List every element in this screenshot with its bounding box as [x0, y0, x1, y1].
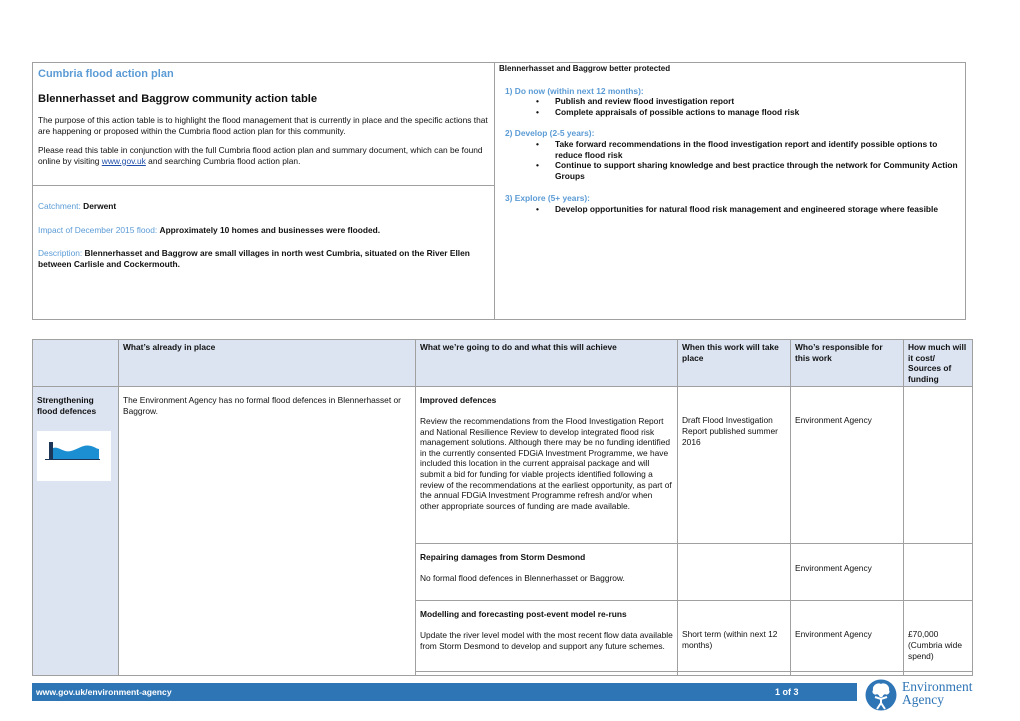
cost-text: £70,000 (Cumbria wide spend)	[908, 629, 962, 661]
when-text: Draft Flood Investigation Report publish…	[682, 415, 778, 447]
catchment-value: Derwent	[83, 201, 117, 211]
header-who: Who’s responsible for this work	[790, 338, 904, 388]
when-cell: Draft Flood Investigation Report publish…	[677, 386, 791, 545]
who-text: Environment Agency	[795, 563, 872, 574]
step-develop: 2) Develop (2-5 years): Take forward rec…	[499, 128, 961, 181]
page-number: 1 of 3	[775, 687, 799, 697]
header-already-in-place: What’s already in place	[118, 338, 416, 388]
category-label: Strengthening flood defences	[37, 395, 97, 416]
footer-url-link[interactable]: www.gov.uk/environment-agency	[36, 687, 172, 698]
flood-defence-wall-icon	[37, 430, 111, 481]
cost-cell	[903, 386, 973, 545]
description-label: Description:	[38, 248, 85, 259]
action-body: Update the river level model with the mo…	[420, 629, 673, 651]
step-explore: 3) Explore (5+ years): Develop opportuni…	[499, 193, 961, 214]
page-title: Blennerhasset and Baggrow community acti…	[38, 93, 318, 105]
cost-cell	[903, 543, 973, 602]
environment-agency-logo: Environment Agency	[864, 678, 994, 712]
plan-title: Cumbria flood action plan	[38, 68, 174, 80]
action-body: No formal flood defences in Blennerhasse…	[420, 572, 625, 583]
impact-label: Impact of December 2015 flood:	[38, 224, 160, 235]
step-label: 1) Do now (within next 12 months):	[505, 85, 644, 96]
header-what-we-will-do: What we’re going to do and what this wil…	[415, 338, 678, 388]
who-cell: Environment Agency	[790, 543, 904, 602]
who-cell: Environment Agency	[790, 600, 904, 673]
gov-uk-link[interactable]: www.gov.uk	[102, 156, 146, 166]
who-cell	[790, 671, 904, 677]
action-cell	[415, 671, 678, 677]
summary-left-panel: Cumbria flood action plan Blennerhasset …	[33, 63, 495, 319]
header-when: When this work will take place	[677, 338, 791, 388]
action-body: Review the recommendations from the Floo…	[420, 415, 672, 511]
step-items: Take forward recommendations in the floo…	[499, 139, 961, 181]
step-do-now: 1) Do now (within next 12 months): Publi…	[499, 86, 961, 118]
description-value: Blennerhasset and Baggrow are small vill…	[38, 248, 470, 269]
step-label: 3) Explore (5+ years):	[505, 193, 590, 204]
table-header-row: What’s already in place What we’re going…	[32, 338, 973, 388]
step-items: Develop opportunities for natural flood …	[499, 204, 961, 215]
action-table: What’s already in place What we’re going…	[32, 338, 973, 677]
impact-line: Impact of December 2015 flood: Approxima…	[38, 225, 489, 236]
description-line: Description: Blennerhasset and Baggrow a…	[38, 248, 489, 269]
cost-cell	[903, 671, 973, 677]
action-cell: Modelling and forecasting post-event mod…	[415, 600, 678, 673]
page-footer: www.gov.uk/environment-agency 1 of 3	[32, 683, 857, 701]
read-suffix: and searching Cumbria flood action plan.	[145, 155, 301, 166]
catchment-label: Catchment:	[38, 201, 84, 211]
step-item: Take forward recommendations in the floo…	[536, 139, 961, 160]
table-row: Strengthening flood defences The Environ…	[32, 386, 973, 677]
action-title: Improved defences	[420, 395, 497, 406]
logo-text: Environment Agency	[902, 680, 973, 707]
step-label: 2) Develop (2-5 years):	[505, 128, 595, 139]
read-instructions: Please read this table in conjunction wi…	[38, 145, 489, 166]
when-cell	[677, 671, 791, 677]
protection-heading: Blennerhasset and Baggrow better protect…	[499, 64, 671, 73]
step-item: Complete appraisals of possible actions …	[536, 107, 961, 118]
action-cell: Improved defences Review the recommendat…	[415, 386, 678, 545]
already-in-place-cell: The Environment Agency has no formal flo…	[118, 386, 416, 677]
category-cell: Strengthening flood defences	[32, 386, 119, 677]
environment-agency-emblem-icon	[865, 679, 897, 711]
action-title: Repairing damages from Storm Desmond	[420, 552, 586, 563]
header-cost: How much will it cost/ Sources of fundin…	[903, 338, 973, 388]
action-title: Modelling and forecasting post-event mod…	[420, 609, 627, 620]
protection-panel: Blennerhasset and Baggrow better protect…	[495, 63, 965, 319]
who-text: Environment Agency	[795, 415, 872, 426]
header-category	[32, 338, 119, 388]
when-cell	[677, 543, 791, 602]
who-cell: Environment Agency	[790, 386, 904, 545]
context-section: Catchment: Derwent Impact of December 20…	[33, 186, 494, 269]
summary-box: Cumbria flood action plan Blennerhasset …	[32, 62, 966, 320]
step-item: Develop opportunities for natural flood …	[536, 204, 961, 215]
step-item: Publish and review flood investigation r…	[536, 96, 961, 107]
who-text: Environment Agency	[795, 629, 872, 640]
impact-value: Approximately 10 homes and businesses we…	[159, 224, 381, 235]
step-items: Publish and review flood investigation r…	[499, 96, 961, 117]
purpose-text: The purpose of this action table is to h…	[38, 115, 488, 136]
step-item: Continue to support sharing knowledge an…	[536, 160, 961, 181]
intro-section: Cumbria flood action plan Blennerhasset …	[33, 63, 494, 186]
logo-line2: Agency	[902, 692, 944, 707]
cost-cell: £70,000 (Cumbria wide spend)	[903, 600, 973, 673]
when-text: Short term (within next 12 months)	[682, 629, 778, 650]
action-cell: Repairing damages from Storm Desmond No …	[415, 543, 678, 602]
catchment-line: Catchment: Derwent	[38, 201, 489, 212]
when-cell: Short term (within next 12 months)	[677, 600, 791, 673]
